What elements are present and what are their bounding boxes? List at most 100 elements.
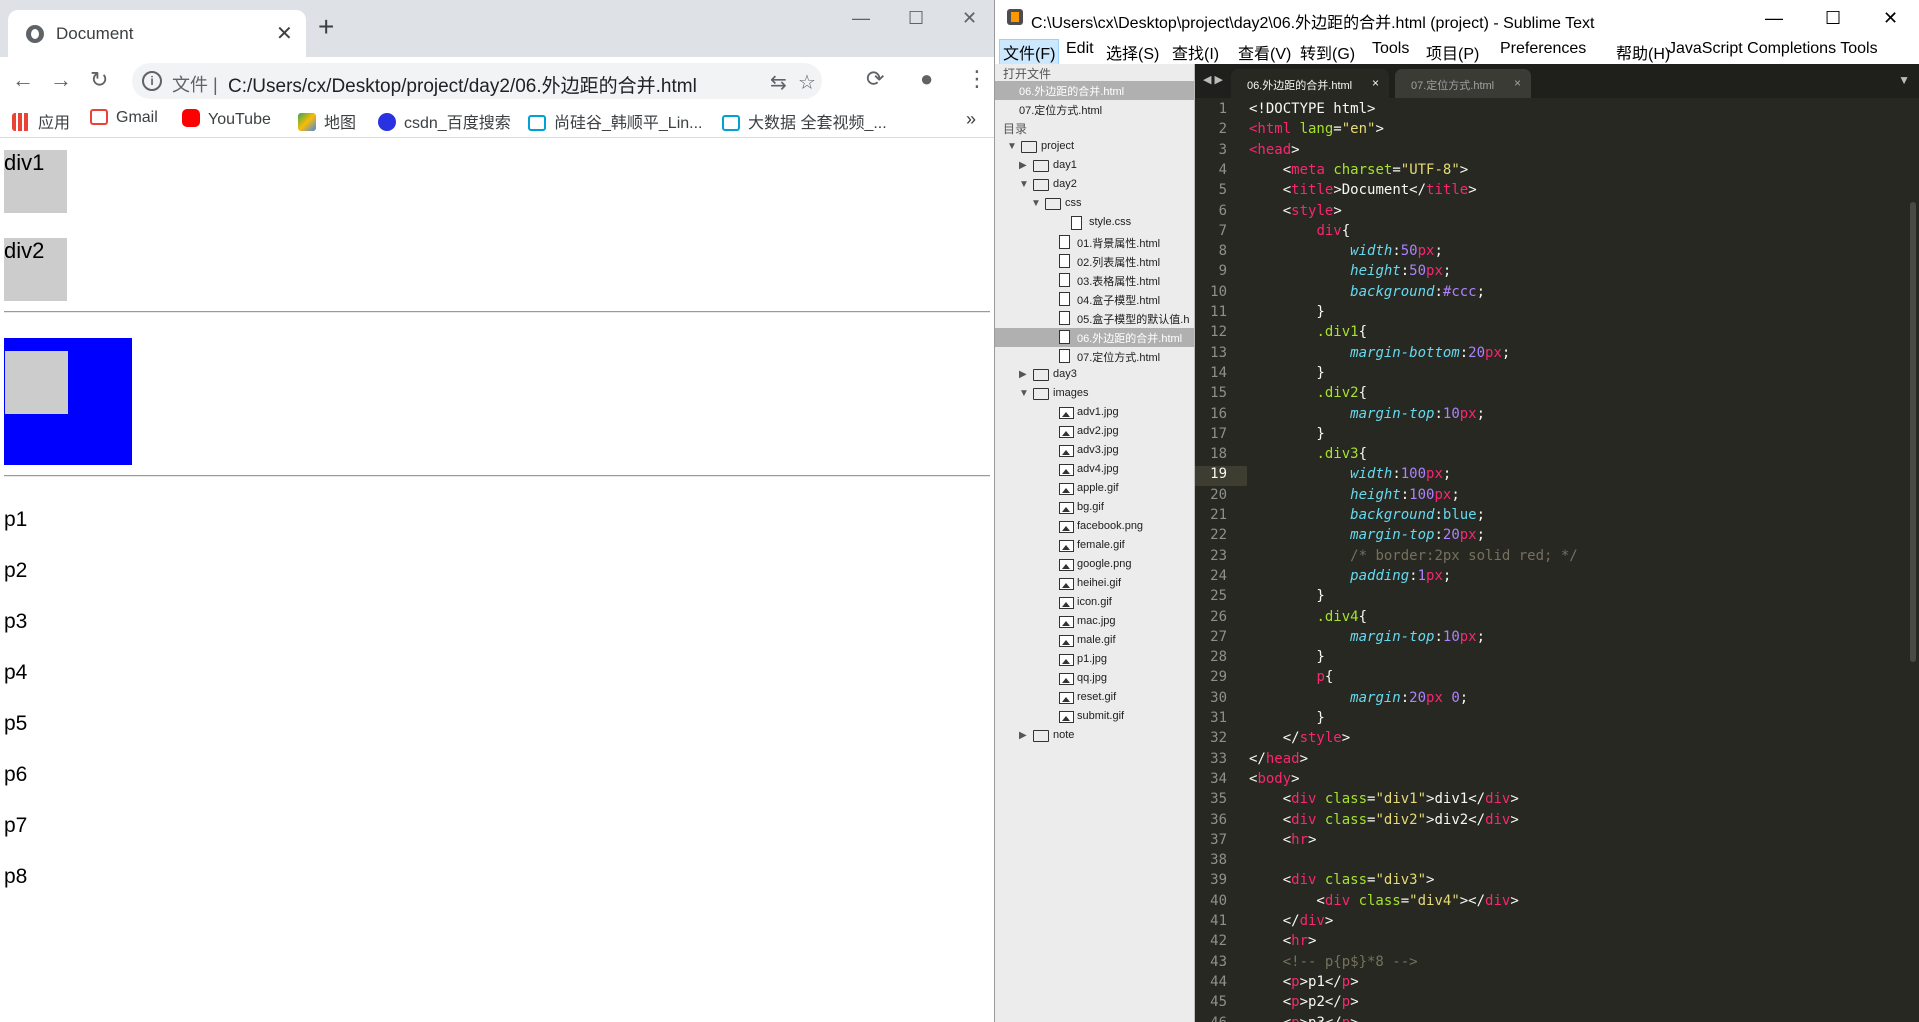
menu-item[interactable]: 转到(G) [1297, 40, 1358, 64]
code-line[interactable]: <div class="div2">div2</div> [1249, 812, 1519, 828]
code-line[interactable]: </style> [1249, 730, 1350, 746]
info-icon[interactable]: i [142, 71, 162, 91]
address-bar[interactable]: i 文件 | C:/Users/cx/Desktop/project/day2/… [132, 63, 822, 99]
menu-item[interactable]: 项目(P) [1423, 40, 1482, 64]
code-line[interactable]: p{ [1249, 669, 1333, 685]
tab-nav-arrows-icon[interactable]: ◀ ▶ [1203, 73, 1223, 86]
code-line[interactable]: <p>p1</p> [1249, 974, 1359, 990]
code-line[interactable]: div{ [1249, 223, 1350, 239]
collapsed-arrow-icon[interactable]: ▶ [1019, 730, 1027, 741]
sync-icon[interactable]: ⟳ [866, 66, 884, 92]
code-line[interactable]: } [1249, 588, 1324, 604]
expanded-arrow-icon[interactable]: ▼ [1019, 179, 1029, 190]
code-line[interactable]: <div class="div3"> [1249, 872, 1435, 888]
forward-arrow-icon[interactable]: → [50, 67, 72, 93]
back-arrow-icon[interactable]: ← [12, 67, 34, 93]
close-window-icon[interactable]: ✕ [1883, 8, 1898, 29]
open-file-item[interactable]: 07.定位方式.html [995, 100, 1194, 119]
bookmark-bilibili-2[interactable]: 大数据 全套视频_... [722, 109, 887, 133]
maximize-icon[interactable]: ☐ [1825, 8, 1841, 29]
menu-item[interactable]: 查看(V) [1235, 40, 1294, 64]
code-line[interactable]: <div class="div1">div1</div> [1249, 791, 1519, 807]
tree-file[interactable]: qq.jpg [995, 670, 1194, 689]
code-line[interactable]: width:50px; [1249, 243, 1443, 259]
menu-item[interactable]: Tools [1369, 40, 1412, 58]
code-line[interactable]: <p>p2</p> [1249, 994, 1359, 1010]
code-line[interactable]: .div4{ [1249, 609, 1367, 625]
tree-file[interactable]: facebook.png [995, 518, 1194, 537]
code-line[interactable]: <title>Document</title> [1249, 182, 1477, 198]
code-line[interactable]: height:100px; [1249, 487, 1460, 503]
tree-file[interactable]: 07.定位方式.html [995, 347, 1194, 366]
vertical-scrollbar[interactable] [1910, 202, 1916, 662]
reload-icon[interactable]: ↻ [90, 67, 108, 93]
editor-tab-active[interactable]: 06.外边距的合并.html × [1231, 69, 1389, 98]
code-line[interactable]: } [1249, 304, 1324, 320]
code-line[interactable]: <hr> [1249, 832, 1317, 848]
tree-file[interactable]: 01.背景属性.html [995, 233, 1194, 252]
tree-folder[interactable]: ▶ day3 [995, 366, 1194, 385]
tree-folder[interactable]: ▼ images [995, 385, 1194, 404]
code-line[interactable]: .div3{ [1249, 446, 1367, 462]
tree-folder[interactable]: ▼ css [995, 195, 1194, 214]
menu-item[interactable]: Edit [1063, 40, 1097, 58]
menu-item[interactable]: JavaScript Completions Tools [1665, 40, 1881, 58]
tree-file[interactable]: male.gif [995, 632, 1194, 651]
tree-file[interactable]: submit.gif [995, 708, 1194, 727]
code-line[interactable]: margin:20px 0; [1249, 690, 1468, 706]
code-line[interactable]: <div class="div4"></div> [1249, 893, 1518, 909]
open-file-item[interactable]: 06.外边距的合并.html [995, 81, 1194, 100]
expanded-arrow-icon[interactable]: ▼ [1019, 388, 1029, 399]
menu-item[interactable]: 选择(S) [1103, 40, 1162, 64]
code-line[interactable]: } [1249, 710, 1324, 726]
code-line[interactable]: } [1249, 426, 1324, 442]
code-line[interactable]: background:blue; [1249, 507, 1485, 523]
code-line[interactable]: <!-- p{p$}*8 --> [1249, 954, 1418, 970]
maximize-icon[interactable]: ☐ [908, 8, 924, 29]
tree-file[interactable]: apple.gif [995, 480, 1194, 499]
code-line[interactable]: <!DOCTYPE html> [1249, 101, 1375, 117]
bookmark-maps[interactable]: 地图 [298, 109, 356, 133]
code-line[interactable]: margin-top:20px; [1249, 527, 1485, 543]
tree-folder[interactable]: ▶ day1 [995, 157, 1194, 176]
code-line[interactable]: margin-top:10px; [1249, 629, 1485, 645]
close-window-icon[interactable]: ✕ [962, 8, 977, 29]
tree-file[interactable]: 06.外边距的合并.html [995, 328, 1194, 347]
code-line[interactable]: </head> [1249, 751, 1308, 767]
code-line[interactable]: } [1249, 649, 1324, 665]
minimize-icon[interactable]: — [1765, 8, 1783, 29]
code-line[interactable]: </div> [1249, 913, 1334, 929]
close-tab-icon[interactable]: × [1514, 76, 1521, 90]
tree-file[interactable]: 02.列表属性.html [995, 252, 1194, 271]
code-line[interactable]: background:#ccc; [1249, 284, 1485, 300]
tree-file[interactable]: style.css [995, 214, 1194, 233]
collapsed-arrow-icon[interactable]: ▶ [1019, 160, 1027, 171]
tree-file[interactable]: 05.盒子模型的默认值.h [995, 309, 1194, 328]
code-line[interactable]: width:100px; [1249, 466, 1451, 482]
code-editor[interactable]: 1 2 3 4 5 6 7 8 9 10 11 12 13 14 15 16 17 18 19 20 21 22 23 24 2… [1195, 98, 1919, 1022]
bookmark-youtube[interactable]: YouTube [182, 109, 271, 129]
tree-file[interactable]: 04.盒子模型.html [995, 290, 1194, 309]
bookmark-bilibili-1[interactable]: 尚硅谷_韩顺平_Lin... [528, 109, 703, 133]
new-tab-button[interactable]: + [318, 13, 334, 41]
menu-item[interactable]: Preferences [1497, 40, 1589, 58]
expanded-arrow-icon[interactable]: ▼ [1007, 141, 1017, 152]
tree-file[interactable]: mac.jpg [995, 613, 1194, 632]
code-line[interactable]: .div2{ [1249, 385, 1367, 401]
tree-file[interactable]: icon.gif [995, 594, 1194, 613]
code-line[interactable]: <head> [1249, 142, 1300, 158]
browser-tab[interactable]: Document ✕ [8, 10, 306, 57]
bookmark-gmail[interactable]: Gmail [90, 109, 158, 127]
code-line[interactable]: <html lang="en"> [1249, 121, 1384, 137]
tree-file[interactable]: adv2.jpg [995, 423, 1194, 442]
tree-file[interactable]: 03.表格属性.html [995, 271, 1194, 290]
menu-item[interactable]: 文件(F) [999, 39, 1060, 65]
translate-icon[interactable]: ⇆ [770, 70, 787, 95]
close-tab-icon[interactable]: ✕ [276, 21, 293, 46]
tree-folder[interactable]: ▼ project [995, 138, 1194, 157]
tree-file[interactable]: female.gif [995, 537, 1194, 556]
code-line[interactable]: margin-top:10px; [1249, 406, 1485, 422]
tab-dropdown-icon[interactable]: ▼ [1898, 73, 1910, 87]
bookmark-apps[interactable]: 应用 [12, 109, 70, 133]
expanded-arrow-icon[interactable]: ▼ [1031, 198, 1041, 209]
